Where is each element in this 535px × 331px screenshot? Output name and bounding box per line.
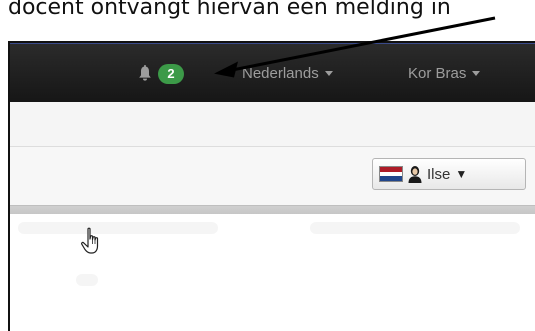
faded-content-line [76, 274, 98, 286]
faded-content-line [310, 222, 520, 234]
top-navbar: 2 Nederlands Kor Bras [10, 43, 535, 102]
hand-pointer-cursor-icon [80, 227, 104, 257]
main-content-area [10, 214, 535, 331]
app-window: 2 Nederlands Kor Bras Ilse ▼ [8, 41, 535, 331]
language-dropdown[interactable]: Nederlands [242, 44, 333, 103]
notification-count-badge: 2 [158, 63, 184, 84]
student-name-label: Ilse [427, 165, 451, 183]
section-divider [10, 205, 535, 214]
instruction-caption: docent ontvangt hiervan een melding in [8, 0, 451, 20]
faded-content-line [18, 222, 218, 234]
screenshot-stage: docent ontvangt hiervan een melding in 2… [0, 0, 535, 331]
caret-down-icon [324, 71, 333, 76]
caret-down-icon: ▼ [455, 167, 468, 181]
user-name-label: Kor Bras [408, 65, 467, 82]
language-label: Nederlands [242, 65, 319, 82]
bell-icon [137, 64, 153, 83]
student-selector-button[interactable]: Ilse ▼ [372, 158, 526, 190]
person-icon [407, 165, 423, 183]
secondary-header-band [10, 102, 535, 147]
user-dropdown[interactable]: Kor Bras [408, 44, 481, 103]
caret-down-icon [472, 71, 481, 76]
notifications-button[interactable]: 2 [137, 44, 184, 103]
page-toolbar: Ilse ▼ [10, 147, 535, 205]
netherlands-flag-icon [379, 166, 403, 182]
